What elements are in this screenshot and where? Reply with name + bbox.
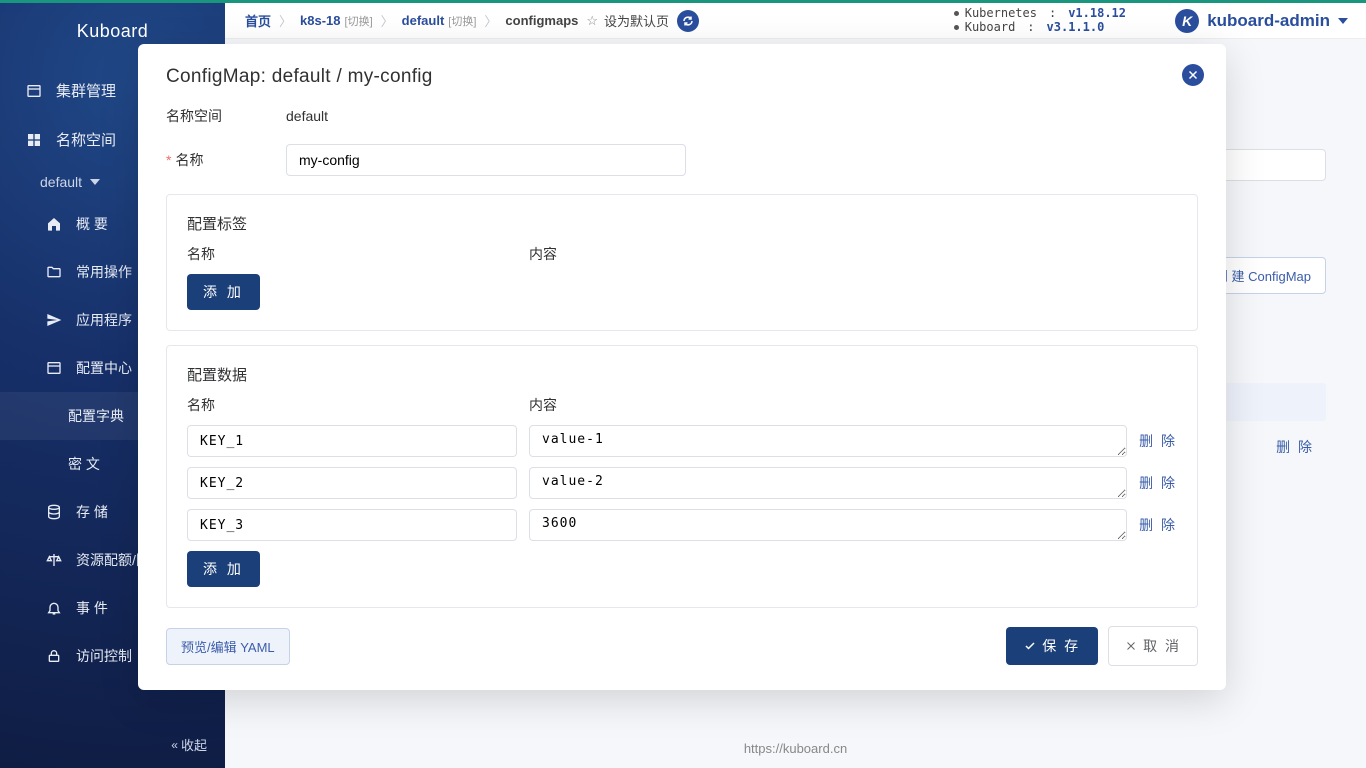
close-icon [1187,69,1199,81]
add-data-button[interactable]: 添 加 [187,551,260,587]
grid-icon [26,132,42,148]
lock-icon [46,648,62,664]
close-button[interactable] [1182,64,1204,86]
add-label-button[interactable]: 添 加 [187,274,260,310]
chevron-right-icon: 〉 [484,11,497,30]
breadcrumb-home[interactable]: 首页 [245,11,271,30]
cancel-button[interactable]: 取 消 [1108,626,1198,666]
data-key-input[interactable] [187,509,517,541]
delete-row-link[interactable]: 删 除 [1139,425,1177,451]
home-icon [46,216,62,232]
user-menu[interactable]: K kuboard-admin [1175,9,1348,33]
database-icon [46,504,62,520]
data-row: value-2 删 除 [187,467,1177,499]
star-icon[interactable]: ☆ [586,13,598,29]
breadcrumb-ns[interactable]: default [402,13,445,28]
name-input[interactable] [286,144,686,176]
breadcrumb-ns-switch[interactable]: [切换] [448,13,476,29]
sidebar-label: 概 要 [76,214,108,234]
stack-icon [46,360,62,376]
breadcrumb-cluster-switch[interactable]: [切换] [345,13,373,29]
sidebar-label: 事 件 [76,598,108,618]
label-namespace: 名称空间 [166,106,286,126]
data-value-input[interactable]: 3600 [529,509,1127,541]
refresh-badge[interactable] [677,10,699,32]
sidebar-label: 配置字典 [68,406,124,426]
sidebar-label: 配置中心 [76,358,132,378]
scale-icon [46,552,62,568]
col-header-content: 内容 [529,244,1177,264]
window-icon [26,83,42,99]
chevron-right-icon: 〉 [381,11,394,30]
chevron-right-icon: 〉 [279,11,292,30]
sidebar-label: 常用操作 [76,262,132,282]
topbar: 首页 〉 k8s-18 [切换] 〉 default [切换] 〉 config… [225,3,1366,39]
kuboard-version: v3.1.1.0 [1047,20,1105,34]
kuboard-label: Kuboard [965,20,1016,34]
data-value-input[interactable]: value-1 [529,425,1127,457]
footer-url: https://kuboard.cn [744,741,847,756]
data-row: 3600 删 除 [187,509,1177,541]
sidebar-label: 存 储 [76,502,108,522]
data-value-input[interactable]: value-2 [529,467,1127,499]
data-row: value-1 删 除 [187,425,1177,457]
breadcrumb-set-default[interactable]: 设为默认页 [604,11,669,30]
refresh-icon [682,15,694,27]
save-button[interactable]: 保 存 [1006,627,1098,665]
data-key-input[interactable] [187,467,517,499]
bg-delete-link[interactable]: 删 除 [1276,437,1314,457]
yaml-button[interactable]: 预览/编辑 YAML [166,628,290,665]
sidebar-collapse[interactable]: « 收起 [171,735,207,754]
user-name: kuboard-admin [1207,11,1330,31]
section-title-labels: 配置标签 [187,213,1177,234]
breadcrumb-resource[interactable]: configmaps [505,13,578,28]
avatar: K [1175,9,1199,33]
sidebar-label: 访问控制 [76,646,132,666]
delete-row-link[interactable]: 删 除 [1139,467,1177,493]
namespace-selected: default [40,174,82,190]
x-icon [1125,640,1137,652]
k8s-version: v1.18.12 [1068,6,1126,20]
check-icon [1024,640,1036,652]
value-namespace: default [286,108,328,124]
cluster-version-info: Kubernetes:v1.18.12 Kuboard:v3.1.1.0 [954,6,1126,34]
send-icon [46,312,62,328]
breadcrumb-cluster[interactable]: k8s-18 [300,13,340,28]
collapse-label: 收起 [181,735,207,754]
col-header-content: 内容 [529,395,1177,415]
sidebar-label: 应用程序 [76,310,132,330]
delete-row-link[interactable]: 删 除 [1139,509,1177,535]
data-key-input[interactable] [187,425,517,457]
col-header-name: 名称 [187,244,517,264]
sidebar-label: 集群管理 [56,80,116,101]
configmap-modal: ConfigMap: default / my-config 名称空间 defa… [138,44,1226,690]
k8s-label: Kubernetes [965,6,1037,20]
modal-title: ConfigMap: default / my-config [166,66,1198,88]
section-title-data: 配置数据 [187,364,1177,385]
section-config-data: 配置数据 名称 内容 value-1 删 除 value-2 删 除 3600 … [166,345,1198,608]
label-name: *名称 [166,150,286,170]
section-config-labels: 配置标签 名称 内容 添 加 [166,194,1198,331]
sidebar-label: 密 文 [68,454,100,474]
folder-icon [46,264,62,280]
bell-icon [46,600,62,616]
col-header-name: 名称 [187,395,517,415]
chevron-down-icon [90,179,100,185]
double-chevron-left-icon: « [171,738,175,752]
chevron-down-icon [1338,18,1348,24]
sidebar-label: 名称空间 [56,129,116,150]
